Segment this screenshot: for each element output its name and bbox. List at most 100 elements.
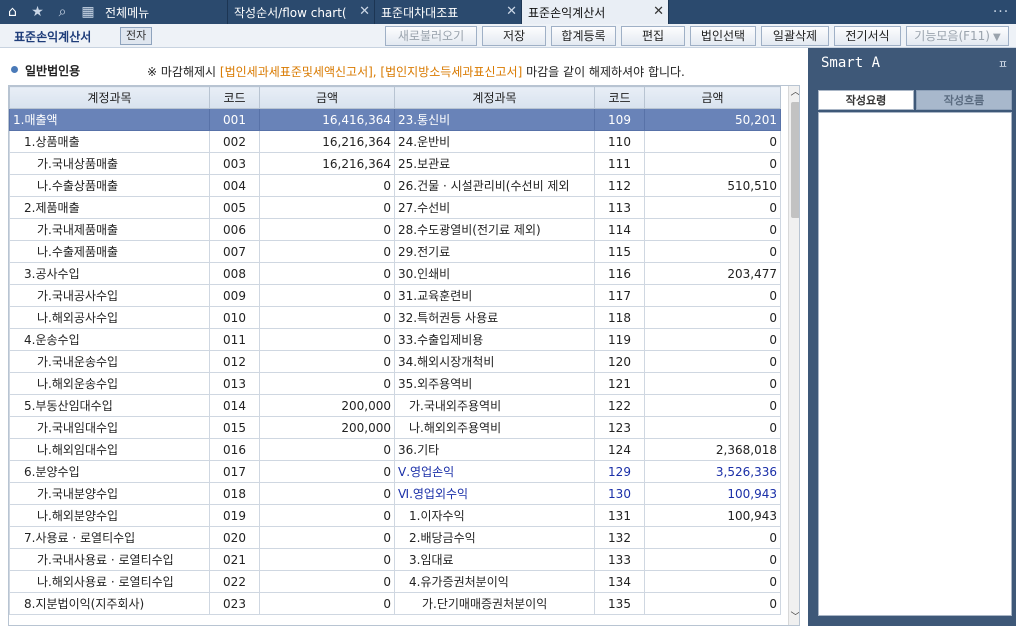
amount-cell[interactable]: 16,416,364 (259, 108, 395, 131)
pin-icon[interactable]: ㅍ (998, 56, 1008, 72)
amount-cell[interactable]: 0 (259, 174, 395, 197)
code-cell[interactable]: 007 (209, 240, 260, 263)
amount-cell[interactable]: 0 (644, 306, 781, 329)
code-cell[interactable]: 004 (209, 174, 260, 197)
account-cell[interactable]: 가.국내사용료 · 로열티수입 (9, 548, 210, 571)
code-cell[interactable]: 124 (594, 438, 645, 461)
amount-cell[interactable]: 2,368,018 (644, 438, 781, 461)
search-icon[interactable]: ⌕ (50, 0, 75, 24)
amount-cell[interactable]: 200,000 (259, 394, 395, 417)
scroll-up-icon[interactable]: ︿ (789, 86, 800, 100)
code-cell[interactable]: 123 (594, 416, 645, 439)
tab-flow-chart[interactable]: 작성순서/flow chart( ✕ (228, 0, 375, 24)
account-cell[interactable]: 가.국내분양수입 (9, 482, 210, 505)
account-cell[interactable]: 32.특허권등 사용료 (394, 306, 595, 329)
tab-full-menu[interactable]: 전체메뉴 (101, 0, 228, 24)
table-row[interactable]: 나.수출상품매출 004 0 26.건물 · 시설관리비(수선비 제외 112 510,5… (9, 174, 781, 197)
table-row[interactable]: 나.수출제품매출 007 0 29.전기료 115 0 (9, 240, 781, 263)
amount-cell[interactable]: 100,943 (644, 482, 781, 505)
account-cell[interactable]: 28.수도광열비(전기료 제외) (394, 218, 595, 241)
code-cell[interactable]: 003 (209, 152, 260, 175)
functions-dropdown[interactable]: 기능모음(F11) ▼ (906, 26, 1009, 46)
electronic-badge[interactable]: 전자 (120, 27, 153, 45)
table-row[interactable]: 5.부동산임대수입 014 200,000 가.국내외주용역비 122 0 (9, 394, 781, 417)
table-row[interactable]: 나.해외공사수입 010 0 32.특허권등 사용료 118 0 (9, 306, 781, 329)
code-cell[interactable]: 118 (594, 306, 645, 329)
amount-cell[interactable]: 0 (644, 548, 781, 571)
code-cell[interactable]: 113 (594, 196, 645, 219)
code-cell[interactable]: 117 (594, 284, 645, 307)
code-cell[interactable]: 019 (209, 504, 260, 527)
amount-cell[interactable]: 0 (259, 482, 395, 505)
code-cell[interactable]: 009 (209, 284, 260, 307)
tab-writing-guide[interactable]: 작성요령 (818, 90, 914, 110)
scroll-down-icon[interactable]: ﹀ (789, 611, 800, 625)
code-cell[interactable]: 112 (594, 174, 645, 197)
table-row[interactable]: 8.지분법이익(지주회사) 023 0 가.단기매매증권처분이익 135 0 (9, 592, 781, 615)
table-row[interactable]: 나.해외사용료 · 로열티수입 022 0 4.유가증권처분이익 134 0 (9, 570, 781, 593)
code-cell[interactable]: 005 (209, 196, 260, 219)
save-button[interactable]: 저장 (482, 26, 546, 46)
account-cell[interactable]: 가.국내제품매출 (9, 218, 210, 241)
account-cell[interactable]: 나.해외분양수입 (9, 504, 210, 527)
amount-cell[interactable]: 510,510 (644, 174, 781, 197)
amount-cell[interactable]: 0 (644, 240, 781, 263)
account-cell[interactable]: 27.수선비 (394, 196, 595, 219)
code-cell[interactable]: 022 (209, 570, 260, 593)
account-cell[interactable]: 36.기타 (394, 438, 595, 461)
table-row[interactable]: 나.해외운송수입 013 0 35.외주용역비 121 0 (9, 372, 781, 395)
account-cell[interactable]: 25.보관료 (394, 152, 595, 175)
amount-cell[interactable]: 16,216,364 (259, 152, 395, 175)
amount-cell[interactable]: 0 (644, 328, 781, 351)
edit-button[interactable]: 편집 (621, 26, 685, 46)
amount-cell[interactable]: 0 (259, 592, 395, 615)
amount-cell[interactable]: 0 (259, 262, 395, 285)
account-cell[interactable]: 3.공사수입 (9, 262, 210, 285)
table-row[interactable]: 가.국내분양수입 018 0 Ⅵ.영업외수익 130 100,943 (9, 482, 781, 505)
tab-writing-flow[interactable]: 작성흐름 (916, 90, 1012, 110)
tab-income-statement[interactable]: 표준손익계산서 ✕ (522, 0, 669, 24)
e-format-button[interactable]: 전기서식 (834, 26, 901, 46)
account-cell[interactable]: 나.해외외주용역비 (394, 416, 595, 439)
account-cell[interactable]: 2.제품매출 (9, 196, 210, 219)
code-cell[interactable]: 015 (209, 416, 260, 439)
table-row[interactable]: 7.사용료 · 로열티수입 020 0 2.배당금수익 132 0 (9, 526, 781, 549)
vertical-scrollbar[interactable]: ︿ ﹀ (788, 86, 800, 625)
account-cell[interactable]: 4.운송수입 (9, 328, 210, 351)
account-cell[interactable]: 33.수출입제비용 (394, 328, 595, 351)
amount-cell[interactable]: 0 (644, 218, 781, 241)
table-row[interactable]: 나.해외임대수입 016 0 36.기타 124 2,368,018 (9, 438, 781, 461)
account-cell[interactable]: 8.지분법이익(지주회사) (9, 592, 210, 615)
table-row[interactable]: 가.국내제품매출 006 0 28.수도광열비(전기료 제외) 114 0 (9, 218, 781, 241)
table-row[interactable]: 나.해외분양수입 019 0 1.이자수익 131 100,943 (9, 504, 781, 527)
amount-cell[interactable]: 0 (259, 284, 395, 307)
amount-cell[interactable]: 0 (259, 460, 395, 483)
account-cell[interactable]: 나.해외사용료 · 로열티수입 (9, 570, 210, 593)
account-cell[interactable]: 1.매출액 (9, 108, 210, 131)
account-cell[interactable]: 가.국내공사수입 (9, 284, 210, 307)
code-cell[interactable]: 119 (594, 328, 645, 351)
code-cell[interactable]: 115 (594, 240, 645, 263)
amount-cell[interactable]: 0 (259, 350, 395, 373)
amount-cell[interactable]: 0 (644, 570, 781, 593)
table-row[interactable]: 3.공사수입 008 0 30.인쇄비 116 203,477 (9, 262, 781, 285)
code-cell[interactable]: 012 (209, 350, 260, 373)
account-cell[interactable]: 나.수출상품매출 (9, 174, 210, 197)
account-cell[interactable]: 가.국내외주용역비 (394, 394, 595, 417)
amount-cell[interactable]: 0 (259, 438, 395, 461)
account-cell[interactable]: 5.부동산임대수입 (9, 394, 210, 417)
code-cell[interactable]: 023 (209, 592, 260, 615)
account-cell[interactable]: 가.국내상품매출 (9, 152, 210, 175)
close-icon[interactable]: ✕ (506, 4, 517, 19)
amount-cell[interactable]: 200,000 (259, 416, 395, 439)
reload-button[interactable]: 새로불러오기 (385, 26, 477, 46)
code-cell[interactable]: 008 (209, 262, 260, 285)
table-row[interactable]: 1.상품매출 002 16,216,364 24.운반비 110 0 (9, 130, 781, 153)
amount-cell[interactable]: 0 (644, 394, 781, 417)
code-cell[interactable]: 020 (209, 526, 260, 549)
amount-cell[interactable]: 0 (259, 526, 395, 549)
code-cell[interactable]: 016 (209, 438, 260, 461)
account-cell[interactable]: 나.해외임대수입 (9, 438, 210, 461)
amount-cell[interactable]: 16,216,364 (259, 130, 395, 153)
amount-cell[interactable]: 3,526,336 (644, 460, 781, 483)
